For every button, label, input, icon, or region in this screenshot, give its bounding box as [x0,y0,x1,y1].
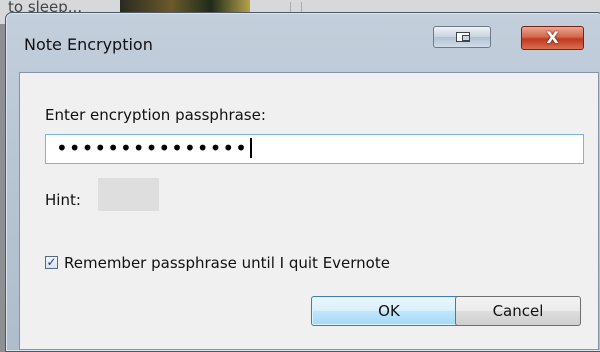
passphrase-value: ••••••••••••••• [56,136,248,160]
note-encryption-dialog: Note Encryption X Enter encryption passp… [5,12,600,352]
dialog-body: Enter encryption passphrase: •••••••••••… [19,72,599,350]
hint-value [98,178,159,211]
close-button[interactable]: X [521,26,584,50]
restore-button[interactable] [433,26,491,48]
restore-icon [456,32,470,42]
remember-passphrase-checkbox[interactable]: ✓ [45,256,58,269]
remember-passphrase-label[interactable]: Remember passphrase until I quit Evernot… [64,254,390,272]
passphrase-label: Enter encryption passphrase: [45,106,266,124]
text-caret [249,138,252,158]
dialog-title: Note Encryption [24,35,153,54]
passphrase-input[interactable]: ••••••••••••••• [45,134,584,164]
ok-button[interactable]: OK [311,296,467,326]
hint-label: Hint: [45,191,81,209]
cancel-button[interactable]: Cancel [455,296,581,326]
